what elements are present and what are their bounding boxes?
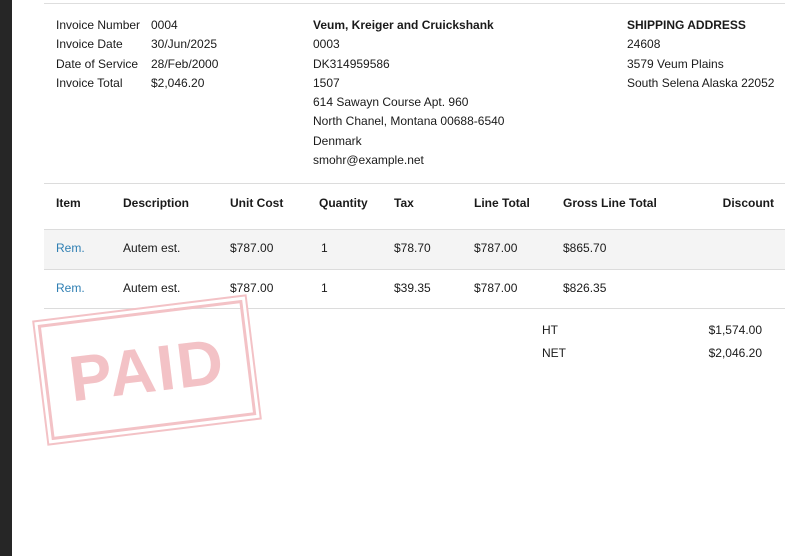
cell-line-total: $787.00 — [474, 281, 518, 295]
paid-stamp-text: PAID — [65, 324, 229, 416]
cell-tax: $39.35 — [394, 281, 431, 295]
vendor-name: Veum, Kreiger and Cruickshank — [313, 18, 494, 32]
invoice-page: Invoice Number 0004 Invoice Date 30/Jun/… — [12, 0, 805, 556]
col-header-discount: Discount — [722, 196, 774, 210]
shipping-line: 3579 Veum Plains — [627, 56, 724, 71]
vendor-line: North Chanel, Montana 00688-6540 — [313, 114, 505, 129]
total-label-ht: HT — [542, 323, 558, 337]
vendor-line: 1507 — [313, 75, 340, 90]
col-header-line-total: Line Total — [474, 196, 530, 210]
vendor-line: 614 Sawayn Course Apt. 960 — [313, 95, 469, 110]
paid-stamp: PAID — [37, 299, 257, 441]
col-header-description: Description — [123, 196, 190, 210]
cell-gross-line-total: $826.35 — [563, 281, 607, 295]
cell-quantity: 1 — [321, 281, 328, 295]
item-link[interactable]: Rem. — [56, 270, 85, 307]
table-header: Item Description Unit Cost Quantity Tax … — [44, 185, 785, 229]
cell-quantity: 1 — [321, 241, 328, 255]
vendor-line: 0003 — [313, 37, 340, 52]
shipping-address-block: SHIPPING ADDRESS 24608 3579 Veum Plains … — [627, 16, 774, 93]
total-value-net: $2,046.20 — [708, 346, 762, 360]
meta-value: 28/Feb/2000 — [151, 56, 219, 71]
vendor-block: Veum, Kreiger and Cruickshank 0003 DK314… — [313, 16, 504, 170]
meta-value: 0004 — [151, 18, 178, 32]
table-row: Rem. Autem est. $787.00 1 $39.35 $787.00… — [44, 270, 785, 309]
header-divider — [44, 183, 785, 184]
shipping-line: South Selena Alaska 22052 — [627, 75, 775, 90]
meta-label: Invoice Date — [56, 37, 123, 52]
shipping-address-title: SHIPPING ADDRESS — [627, 18, 746, 32]
top-divider — [44, 3, 785, 4]
vendor-line: Denmark — [313, 133, 362, 148]
meta-label: Invoice Total — [56, 75, 123, 90]
vendor-email: smohr@example.net — [313, 153, 424, 168]
col-header-item: Item — [56, 196, 81, 210]
meta-value: 30/Jun/2025 — [151, 37, 218, 52]
cell-line-total: $787.00 — [474, 241, 518, 255]
vendor-line: DK314959586 — [313, 56, 390, 71]
total-value-ht: $1,574.00 — [708, 323, 762, 337]
cell-gross-line-total: $865.70 — [563, 241, 607, 255]
table-row: Rem. Autem est. $787.00 1 $78.70 $787.00… — [44, 229, 785, 270]
cell-tax: $78.70 — [394, 241, 431, 255]
meta-label: Date of Service — [56, 56, 139, 71]
meta-value: $2,046.20 — [151, 75, 205, 90]
total-label-net: NET — [542, 346, 566, 360]
col-header-tax: Tax — [394, 196, 414, 210]
table-bottom-divider — [44, 308, 785, 309]
meta-label: Invoice Number — [56, 18, 141, 32]
cell-description: Autem est. — [123, 241, 181, 255]
col-header-unit-cost: Unit Cost — [230, 196, 284, 210]
cell-description: Autem est. — [123, 281, 181, 295]
item-link[interactable]: Rem. — [56, 230, 85, 267]
shipping-line: 24608 — [627, 37, 661, 52]
col-header-gross-line-total: Gross Line Total — [563, 196, 657, 210]
col-header-quantity: Quantity — [319, 196, 368, 210]
cell-unit-cost: $787.00 — [230, 241, 274, 255]
